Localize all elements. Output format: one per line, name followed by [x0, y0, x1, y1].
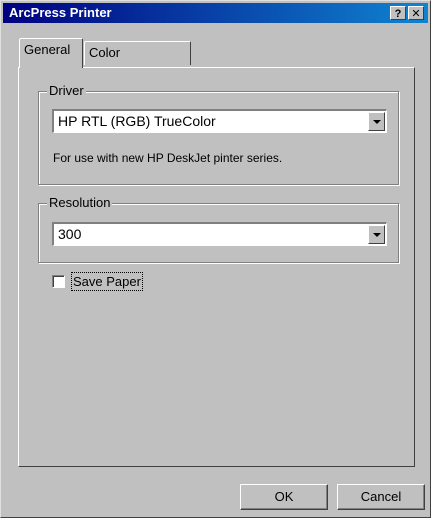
resolution-select[interactable]: 300 [52, 222, 387, 246]
tab-general-label: General [24, 42, 71, 57]
cancel-button[interactable]: Cancel [337, 484, 425, 510]
window-title: ArcPress Printer [9, 5, 112, 20]
resolution-group-label: Resolution [47, 195, 113, 211]
driver-select-value: HP RTL (RGB) TrueColor [58, 113, 216, 129]
driver-group-label: Driver [47, 83, 86, 99]
close-button[interactable]: ✕ [408, 6, 424, 20]
general-tab-panel: Driver HP RTL (RGB) TrueColor For use wi… [18, 67, 415, 467]
driver-select[interactable]: HP RTL (RGB) TrueColor [52, 109, 387, 133]
printer-dialog: ArcPress Printer ? ✕ General Color Adjus… [0, 0, 431, 518]
driver-description: For use with new HP DeskJet pinter serie… [53, 151, 283, 165]
chevron-down-icon [373, 120, 381, 124]
resolution-group: Resolution 300 [38, 195, 399, 263]
ok-button[interactable]: OK [240, 484, 328, 510]
tab-color-adjustment[interactable]: Color Adjustment [84, 41, 191, 82]
tab-general[interactable]: General [19, 38, 83, 68]
save-paper-checkbox[interactable] [52, 275, 65, 288]
title-bar[interactable]: ArcPress Printer ? ✕ [3, 3, 428, 23]
resolution-select-value: 300 [58, 226, 82, 242]
help-button[interactable]: ? [390, 6, 406, 20]
save-paper-label[interactable]: Save Paper [71, 272, 143, 291]
close-icon: ✕ [411, 8, 421, 20]
driver-dropdown-button[interactable] [368, 112, 385, 131]
driver-group: Driver HP RTL (RGB) TrueColor For use wi… [38, 83, 399, 185]
help-icon: ? [394, 8, 402, 20]
resolution-dropdown-button[interactable] [368, 225, 385, 244]
chevron-down-icon [373, 233, 381, 237]
